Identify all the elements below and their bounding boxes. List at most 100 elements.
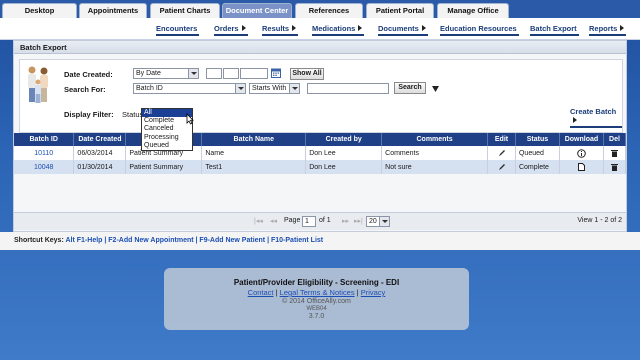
status-option[interactable]: Complete [142, 117, 192, 125]
date-created-value: By Date [136, 70, 161, 77]
prev-page-icon[interactable]: ◂◂ [270, 217, 277, 225]
batch-id-link[interactable]: 10110 [14, 146, 75, 160]
subnav-label: Medications [312, 24, 356, 33]
status-option[interactable]: Queued [142, 142, 192, 150]
tab-references[interactable]: References [295, 3, 363, 18]
date-created-select[interactable]: By Date [133, 68, 199, 79]
calendar-icon[interactable] [271, 68, 281, 78]
col-status[interactable]: Status [515, 133, 560, 146]
col-comments[interactable]: Comments [381, 133, 489, 146]
create-batch-label: Create Batch [570, 107, 617, 116]
search-input[interactable] [307, 83, 389, 94]
col-batch-name[interactable]: Batch Name [201, 133, 307, 146]
status-cell: Complete [515, 160, 560, 174]
subnav-label: Encounters [156, 24, 198, 33]
page-number-input[interactable]: 1 [302, 216, 316, 227]
server-text: WEB04 [306, 306, 327, 312]
pencil-icon[interactable] [498, 149, 506, 157]
show-all-button[interactable]: Show All [290, 68, 324, 80]
delete-cell [603, 160, 627, 174]
year-input[interactable] [240, 68, 268, 79]
subnav-label: Results [262, 24, 290, 33]
info-icon[interactable] [577, 148, 586, 158]
col-download: Download [559, 133, 604, 146]
per-page-value: 20 [369, 218, 377, 225]
document-icon[interactable] [577, 163, 585, 171]
status-option[interactable]: Processing [142, 134, 192, 142]
footer-title: Patient/Provider Eligibility - Screening… [233, 278, 400, 287]
tab-patient-charts[interactable]: Patient Charts [150, 3, 220, 18]
status-option[interactable]: Canceled [142, 125, 192, 133]
caret-down-icon[interactable] [432, 86, 439, 92]
view-count-text: View 1 - 2 of 2 [577, 217, 622, 224]
col-date-created[interactable]: Date Created [73, 133, 127, 146]
chevron-down-icon [235, 84, 245, 93]
date-created-label: Date Created: [64, 70, 113, 79]
copyright-text: © 2014 OfficeAlly.com [282, 298, 351, 305]
arrow-right-icon [292, 25, 297, 31]
download-cell [559, 146, 604, 160]
subnav-label: Education Resources [440, 24, 517, 33]
subnav-label: Reports [589, 24, 618, 33]
subnav-orders[interactable]: Orders [214, 24, 248, 36]
status-option[interactable]: All [142, 109, 192, 118]
col-batch-id[interactable]: Batch ID [14, 133, 75, 146]
per-page-select[interactable]: 20 [366, 216, 390, 227]
col-created-by[interactable]: Created by [305, 133, 383, 146]
display-filter-label: Display Filter: [64, 110, 114, 119]
tab-desktop[interactable]: Desktop [2, 3, 77, 18]
arrow-right-icon [421, 25, 426, 31]
comments-cell: Comments [381, 146, 489, 160]
tab-appointments[interactable]: Appointments [79, 3, 147, 18]
subnav-education-resources[interactable]: Education Resources [440, 24, 519, 36]
search-for-value: Batch ID [136, 85, 163, 92]
arrow-right-icon [241, 25, 246, 31]
pencil-icon[interactable] [498, 163, 506, 171]
batch-table: Batch ID Date Created Batch Name Created… [14, 133, 627, 174]
arrow-right-icon [358, 25, 363, 31]
shortcut-prefix: Shortcut Keys: [14, 237, 64, 244]
last-page-icon[interactable]: ▸▸| [354, 217, 363, 225]
filter-box: Date Created: By Date Show All Search Fo… [19, 59, 623, 133]
table-row[interactable]: 10048 01/30/2014 Patient Summary Test1 D… [14, 160, 627, 174]
trash-icon[interactable] [610, 163, 618, 171]
arrow-right-icon [573, 117, 577, 123]
sub-nav: Encounters Orders Results Medications Do… [0, 18, 640, 40]
trash-icon[interactable] [610, 149, 618, 157]
day-input[interactable] [223, 68, 239, 79]
subnav-label: Documents [378, 24, 419, 33]
delete-cell [603, 146, 627, 160]
search-for-label: Search For: [64, 85, 106, 94]
table-row[interactable]: 10110 06/03/2014 Patient Summary Name Do… [14, 146, 627, 160]
subnav-results[interactable]: Results [262, 24, 299, 36]
subnav-reports[interactable]: Reports [589, 24, 627, 36]
create-batch-button[interactable]: Create Batch [570, 107, 622, 128]
subnav-documents[interactable]: Documents [378, 24, 428, 36]
subnav-medications[interactable]: Medications [312, 24, 365, 36]
tab-document-center[interactable]: Document Center [222, 3, 292, 18]
next-page-icon[interactable]: ▸▸ [342, 217, 349, 225]
search-button[interactable]: Search [394, 82, 426, 94]
type-cell: Patient Summary [125, 160, 203, 174]
tab-patient-portal[interactable]: Patient Portal [366, 3, 434, 18]
chevron-down-icon [289, 84, 299, 93]
month-input[interactable] [206, 68, 222, 79]
download-cell [559, 160, 604, 174]
edit-cell [487, 146, 516, 160]
batch-name-cell: Name [201, 146, 307, 160]
created-by-cell: Don Lee [305, 146, 383, 160]
contact-link[interactable]: Contact [248, 288, 274, 297]
subnav-batch-export[interactable]: Batch Export [530, 24, 579, 36]
privacy-link[interactable]: Privacy [361, 288, 386, 297]
legal-link[interactable]: Legal Terms & Notices [280, 288, 355, 297]
tab-manage-office[interactable]: Manage Office [437, 3, 509, 18]
subnav-encounters[interactable]: Encounters [156, 24, 200, 36]
shortcut-keys-links[interactable]: Alt F1-Help | F2-Add New Appointment | F… [65, 237, 323, 244]
batch-id-link[interactable]: 10048 [14, 160, 75, 174]
search-for-select[interactable]: Batch ID [133, 83, 246, 94]
first-page-icon[interactable]: |◂◂ [254, 217, 263, 225]
panel-title: Batch Export [14, 41, 626, 54]
batch-name-cell: Test1 [201, 160, 307, 174]
match-type-select[interactable]: Starts With [249, 83, 300, 94]
chevron-down-icon [379, 217, 389, 226]
